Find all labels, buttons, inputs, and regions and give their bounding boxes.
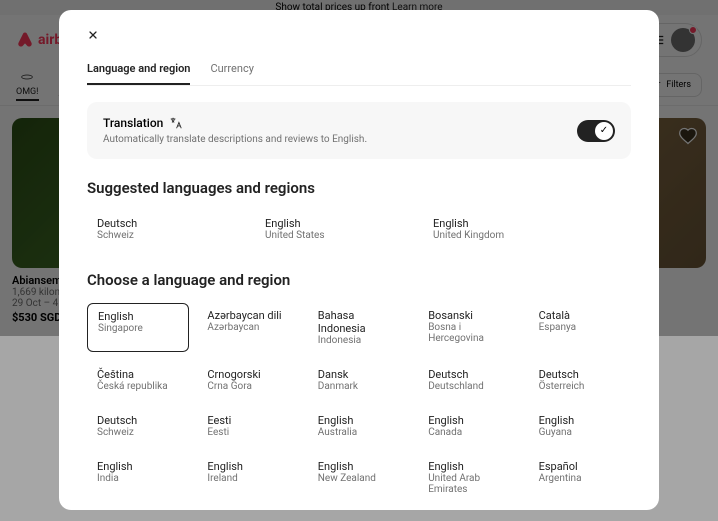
language-option[interactable]: EestiEesti — [197, 408, 299, 444]
lang-region: Schweiz — [97, 427, 179, 438]
lang-name: English — [539, 414, 621, 427]
lang-region: United Arab Emirates — [428, 473, 510, 495]
language-option[interactable]: ČeštinaČeská republika — [87, 362, 189, 398]
lang-name: Deutsch — [428, 368, 510, 381]
translation-sub: Automatically translate descriptions and… — [103, 134, 367, 145]
lang-name: English — [428, 414, 510, 427]
language-option[interactable]: DeutschDeutschland — [418, 362, 520, 398]
language-option[interactable]: DanskDanmark — [308, 362, 410, 398]
lang-region: Österreich — [539, 381, 621, 392]
language-option[interactable]: BosanskiBosna i Hercegovina — [418, 303, 520, 352]
lang-name: Eesti — [207, 414, 289, 427]
lang-region: Danmark — [318, 381, 400, 392]
tab-currency[interactable]: Currency — [210, 54, 253, 85]
lang-name: Deutsch — [97, 217, 237, 230]
language-option[interactable]: EnglishCanada — [418, 408, 520, 444]
tab-language[interactable]: Language and region — [87, 54, 190, 85]
choose-heading: Choose a language and region — [87, 271, 631, 289]
language-option[interactable]: DeutschSchweiz — [87, 408, 189, 444]
lang-name: English — [318, 414, 400, 427]
lang-region: India — [97, 473, 179, 484]
lang-region: United Kingdom — [433, 230, 573, 241]
language-option[interactable]: EnglishNew Zealand — [308, 454, 410, 501]
language-option[interactable]: CatalàEspanya — [529, 303, 631, 352]
lang-name: English — [428, 460, 510, 473]
lang-region: Singapore — [98, 323, 178, 334]
translate-icon — [169, 116, 183, 130]
lang-region: New Zealand — [318, 473, 400, 484]
lang-name: English — [265, 217, 405, 230]
lang-region: Espanya — [539, 322, 621, 333]
lang-region: Australia — [318, 427, 400, 438]
language-option[interactable]: EnglishUnited Kingdom — [423, 211, 583, 247]
lang-name: Deutsch — [539, 368, 621, 381]
lang-region: Eesti — [207, 427, 289, 438]
lang-name: English — [207, 460, 289, 473]
translation-setting: Translation Automatically translate desc… — [87, 102, 631, 159]
lang-region: Indonesia — [318, 335, 400, 346]
lang-name: English — [433, 217, 573, 230]
lang-name: Dansk — [318, 368, 400, 381]
close-button[interactable] — [87, 28, 99, 46]
language-option[interactable]: EnglishAustralia — [308, 408, 410, 444]
lang-region: Ireland — [207, 473, 289, 484]
lang-name: English — [318, 460, 400, 473]
lang-region: United States — [265, 230, 405, 241]
language-option[interactable]: Azərbaycan diliAzərbaycan — [197, 303, 299, 352]
language-option[interactable]: DeutschSchweiz — [87, 211, 247, 247]
lang-region: Schweiz — [97, 230, 237, 241]
language-option[interactable]: Bahasa IndonesiaIndonesia — [308, 303, 410, 352]
lang-region: Guyana — [539, 427, 621, 438]
language-option[interactable]: EnglishIndia — [87, 454, 189, 501]
language-option[interactable]: EnglishUnited States — [255, 211, 415, 247]
lang-region: Česká republika — [97, 381, 179, 392]
language-option[interactable]: EspañolArgentina — [529, 454, 631, 501]
lang-name: Català — [539, 309, 621, 322]
language-option[interactable]: EnglishSingapore — [87, 303, 189, 352]
language-modal: Language and region Currency Translation… — [59, 10, 659, 510]
translation-toggle[interactable]: ✓ — [577, 120, 615, 142]
language-option[interactable]: CrnogorskiCrna Gora — [197, 362, 299, 398]
suggested-heading: Suggested languages and regions — [87, 179, 631, 197]
language-option[interactable]: EnglishIreland — [197, 454, 299, 501]
lang-name: Čeština — [97, 368, 179, 381]
lang-region: Bosna i Hercegovina — [428, 322, 510, 344]
modal-overlay[interactable]: Language and region Currency Translation… — [0, 0, 718, 521]
lang-name: Bosanski — [428, 309, 510, 322]
lang-region: Crna Gora — [207, 381, 289, 392]
close-icon — [87, 29, 99, 41]
lang-region: Canada — [428, 427, 510, 438]
lang-name: Deutsch — [97, 414, 179, 427]
lang-name: English — [97, 460, 179, 473]
check-icon: ✓ — [595, 122, 613, 140]
lang-name: Bahasa Indonesia — [318, 309, 400, 335]
lang-name: English — [98, 310, 178, 323]
lang-name: Azərbaycan dili — [207, 309, 289, 322]
lang-region: Azərbaycan — [207, 322, 289, 333]
language-option[interactable]: EnglishGuyana — [529, 408, 631, 444]
translation-title: Translation — [103, 116, 367, 130]
lang-name: Español — [539, 460, 621, 473]
language-option[interactable]: DeutschÖsterreich — [529, 362, 631, 398]
lang-name: Crnogorski — [207, 368, 289, 381]
language-option[interactable]: EnglishUnited Arab Emirates — [418, 454, 520, 501]
lang-region: Argentina — [539, 473, 621, 484]
lang-region: Deutschland — [428, 381, 510, 392]
